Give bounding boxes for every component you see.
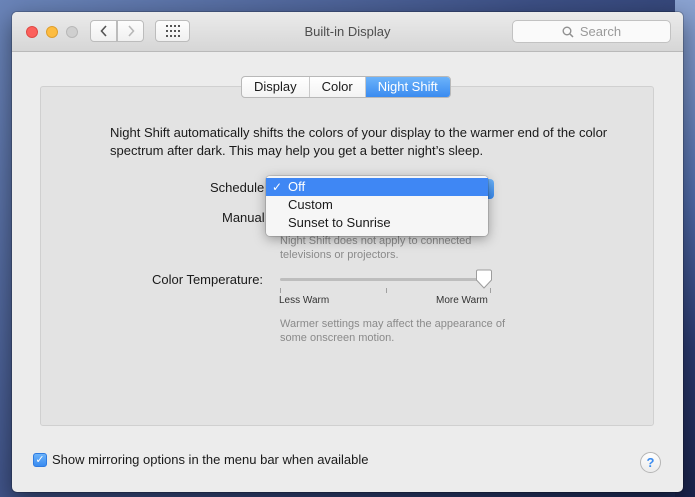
night-shift-description: Night Shift automatically shifts the col… [110, 125, 608, 158]
slider-tick [386, 288, 387, 293]
tab-night-shift[interactable]: Night Shift [365, 77, 450, 97]
color-temperature-label: Color Temperature: [152, 272, 264, 287]
slider-knob[interactable] [476, 269, 492, 289]
schedule-option-label: Sunset to Sunrise [288, 215, 391, 230]
manual-label: Manual [222, 210, 265, 225]
tab-color[interactable]: Color [310, 77, 366, 97]
tab-bar: Display Color Night Shift [241, 76, 451, 98]
schedule-option-sunset-to-sunrise[interactable]: Sunset to Sunrise [266, 214, 488, 232]
schedule-option-off[interactable]: ✓ Off [266, 178, 488, 196]
system-preferences-window: Built-in Display Search Display Color Ni… [12, 12, 683, 492]
slider-tick [280, 288, 281, 293]
mirroring-option[interactable]: ✓ Show mirroring options in the menu bar… [33, 452, 369, 467]
slider-tick [490, 288, 491, 293]
schedule-option-label: Custom [288, 197, 333, 212]
mirroring-checkbox[interactable]: ✓ [33, 452, 47, 467]
title-bar: Built-in Display Search [12, 12, 683, 52]
tab-display[interactable]: Display [242, 77, 310, 97]
less-warm-label: Less Warm [279, 295, 330, 306]
search-placeholder: Search [579, 24, 622, 39]
mirroring-label: Show mirroring options in the menu bar w… [52, 452, 369, 467]
connected-displays-note: Night Shift does not apply to connected … [280, 235, 472, 261]
schedule-option-custom[interactable]: Custom [266, 196, 488, 214]
search-field[interactable]: Search [512, 20, 671, 43]
help-button[interactable]: ? [640, 452, 661, 473]
checkmark-icon: ✓ [272, 180, 283, 194]
more-warm-label: More Warm [436, 295, 488, 306]
warmer-settings-note: Warmer settings may affect the appearanc… [280, 318, 506, 344]
schedule-label: Schedule [210, 180, 265, 195]
schedule-option-label: Off [288, 179, 306, 194]
schedule-dropdown-menu[interactable]: ✓ Off Custom Sunset to Sunrise [266, 176, 488, 236]
color-temperature-slider-track[interactable] [280, 278, 490, 281]
search-icon [562, 26, 574, 38]
